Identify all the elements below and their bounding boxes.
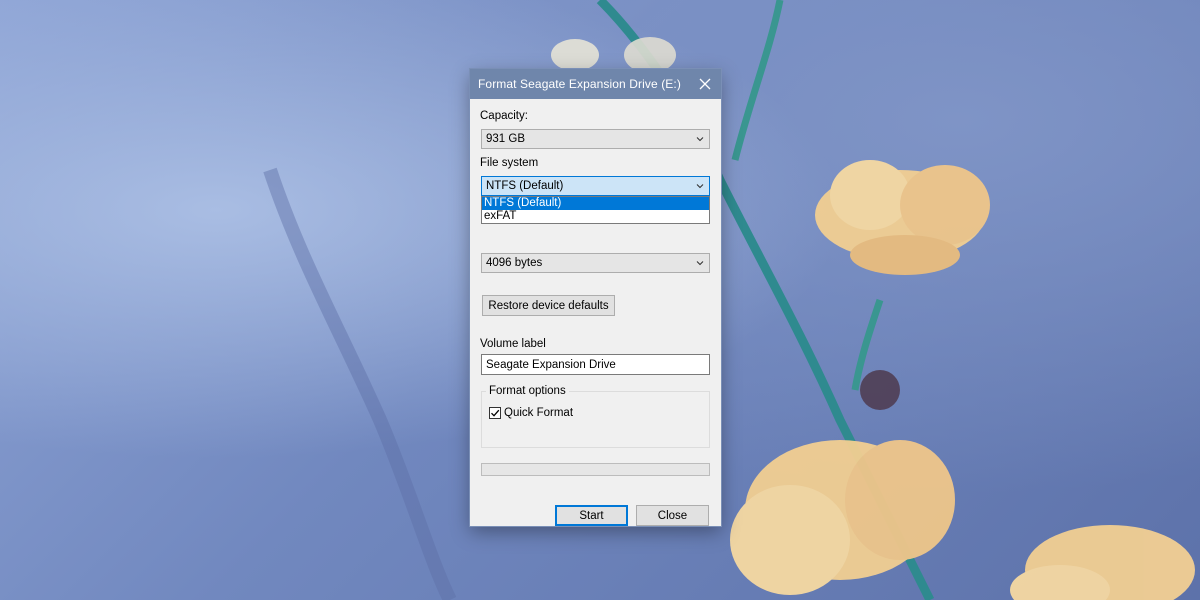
- volume-label-input[interactable]: Seagate Expansion Drive: [481, 354, 710, 375]
- file-system-dropdown-list: NTFS (Default) exFAT: [481, 196, 710, 224]
- allocation-unit-select[interactable]: 4096 bytes: [481, 253, 710, 273]
- chevron-down-icon: [695, 181, 705, 194]
- chevron-down-icon: [695, 258, 705, 271]
- format-progress-bar: [481, 463, 710, 476]
- format-options-group: [481, 391, 710, 448]
- close-button[interactable]: Close: [636, 505, 709, 526]
- restore-defaults-button[interactable]: Restore device defaults: [482, 295, 615, 316]
- window-title: Format Seagate Expansion Drive (E:): [478, 77, 681, 91]
- allocation-unit-value: 4096 bytes: [486, 257, 543, 269]
- capacity-value: 931 GB: [486, 133, 525, 145]
- file-system-option-exfat[interactable]: exFAT: [482, 210, 709, 223]
- file-system-select[interactable]: NTFS (Default): [481, 176, 710, 196]
- chevron-down-icon: [695, 134, 705, 147]
- file-system-label: File system: [480, 157, 539, 169]
- volume-label-label: Volume label: [480, 338, 546, 350]
- close-icon[interactable]: [689, 69, 721, 99]
- title-bar[interactable]: Format Seagate Expansion Drive (E:): [470, 69, 721, 99]
- format-dialog: Format Seagate Expansion Drive (E:) Capa…: [470, 69, 721, 526]
- quick-format-checkbox[interactable]: [489, 407, 501, 419]
- capacity-label: Capacity:: [480, 110, 528, 122]
- file-system-option-ntfs[interactable]: NTFS (Default): [482, 197, 709, 210]
- format-options-legend: Format options: [486, 385, 569, 397]
- checkmark-icon: [491, 409, 500, 417]
- file-system-value: NTFS (Default): [486, 180, 564, 192]
- start-button[interactable]: Start: [555, 505, 628, 526]
- quick-format-label[interactable]: Quick Format: [504, 407, 573, 419]
- capacity-select[interactable]: 931 GB: [481, 129, 710, 149]
